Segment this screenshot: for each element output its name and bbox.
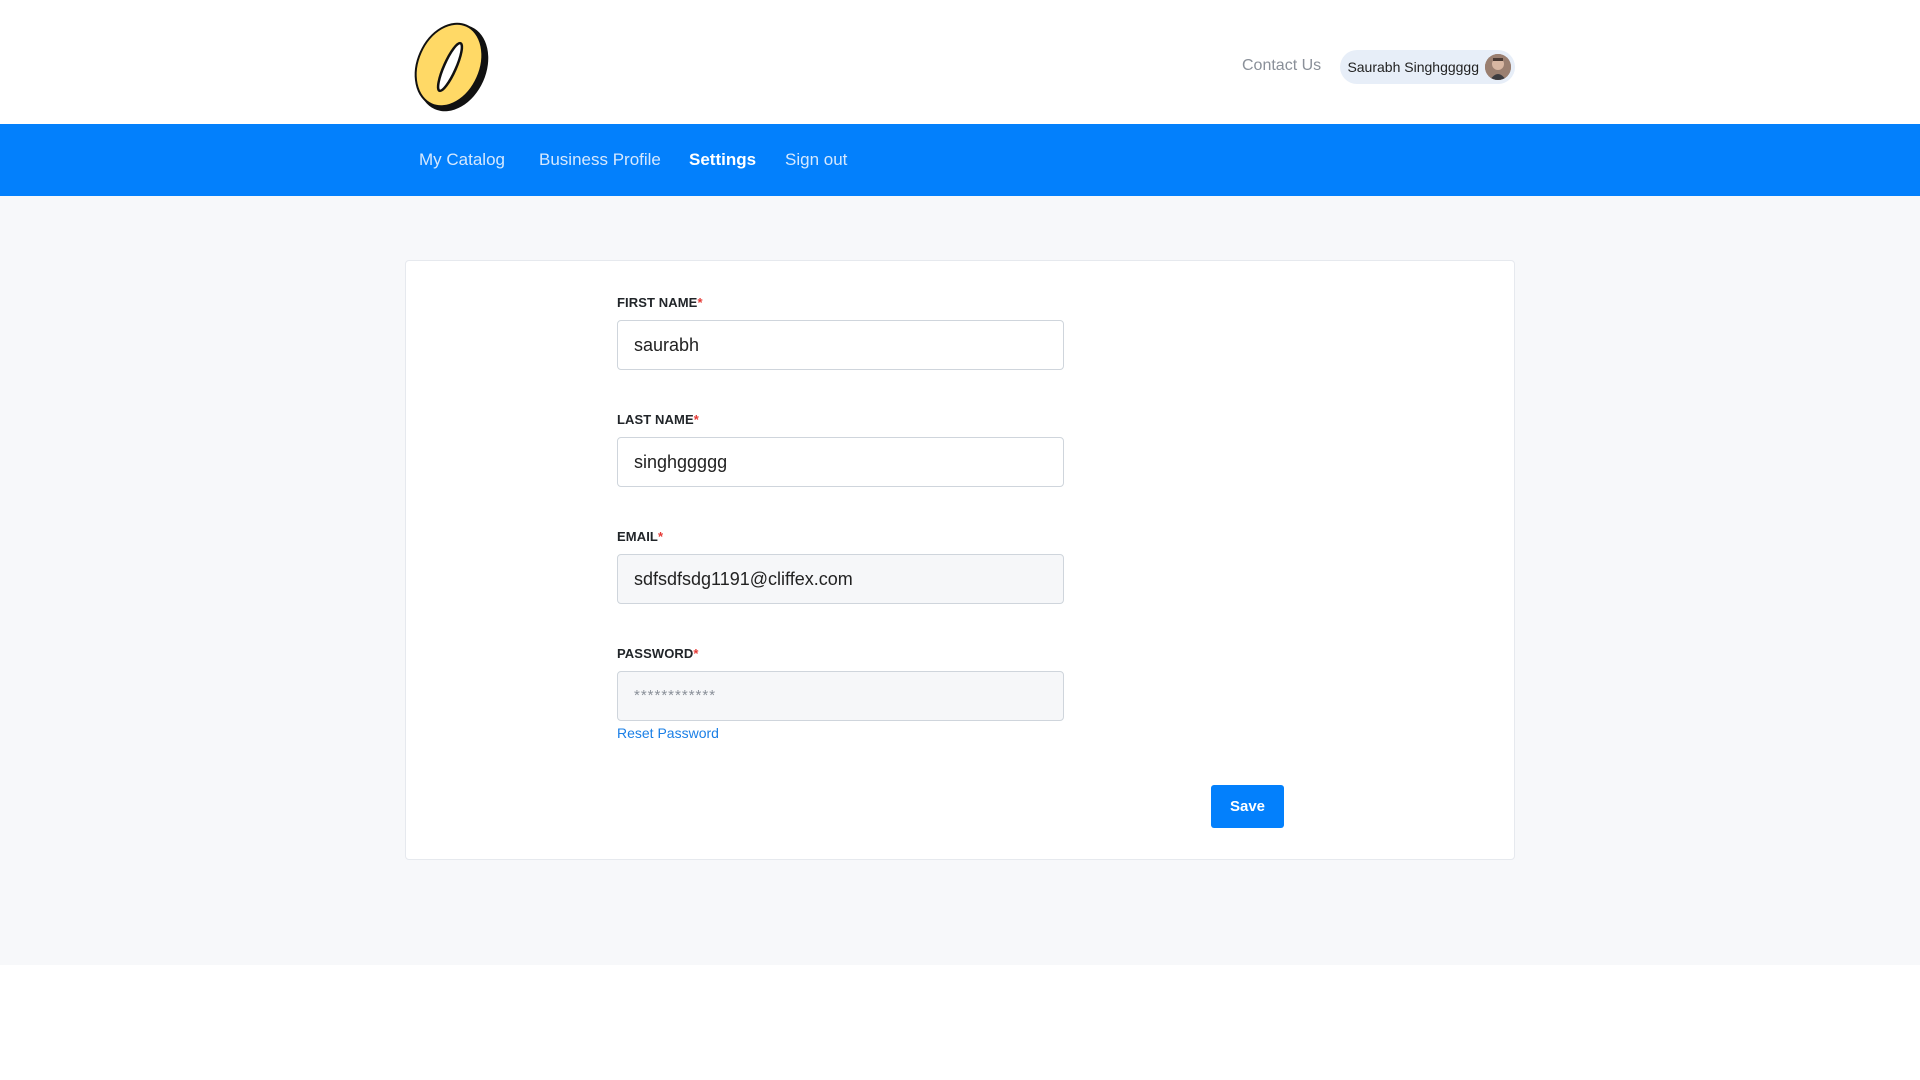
contact-us-link[interactable]: Contact Us — [1242, 56, 1321, 76]
brand-logo[interactable] — [410, 19, 492, 115]
save-button[interactable]: Save — [1211, 785, 1284, 828]
avatar[interactable] — [1485, 54, 1511, 80]
email-label: EMAIL* — [617, 529, 664, 544]
last-name-field[interactable]: singhggggg — [617, 437, 1064, 487]
required-mark: * — [697, 295, 703, 310]
nav-item-my-catalog[interactable]: My Catalog — [419, 150, 505, 170]
main-nav: My Catalog Business Profile Settings Sig… — [0, 124, 1920, 196]
nav-item-settings[interactable]: Settings — [689, 150, 756, 170]
required-mark: * — [693, 646, 699, 661]
top-header: Contact Us Saurabh Singhggggg — [0, 0, 1920, 124]
password-field[interactable]: ************ — [617, 671, 1064, 721]
required-mark: * — [693, 412, 699, 427]
email-field[interactable]: sdfsdfsdg1191@cliffex.com — [617, 554, 1064, 604]
nav-item-business-profile[interactable]: Business Profile — [539, 150, 661, 170]
user-menu[interactable]: Saurabh Singhggggg — [1340, 50, 1515, 84]
last-name-label: LAST NAME* — [617, 412, 699, 427]
password-label: PASSWORD* — [617, 646, 699, 661]
first-name-label: FIRST NAME* — [617, 295, 703, 310]
nav-item-sign-out[interactable]: Sign out — [785, 150, 847, 170]
reset-password-link[interactable]: Reset Password — [617, 725, 719, 741]
first-name-field[interactable]: saurabh — [617, 320, 1064, 370]
required-mark: * — [657, 529, 664, 544]
user-name: Saurabh Singhggggg — [1347, 59, 1479, 75]
